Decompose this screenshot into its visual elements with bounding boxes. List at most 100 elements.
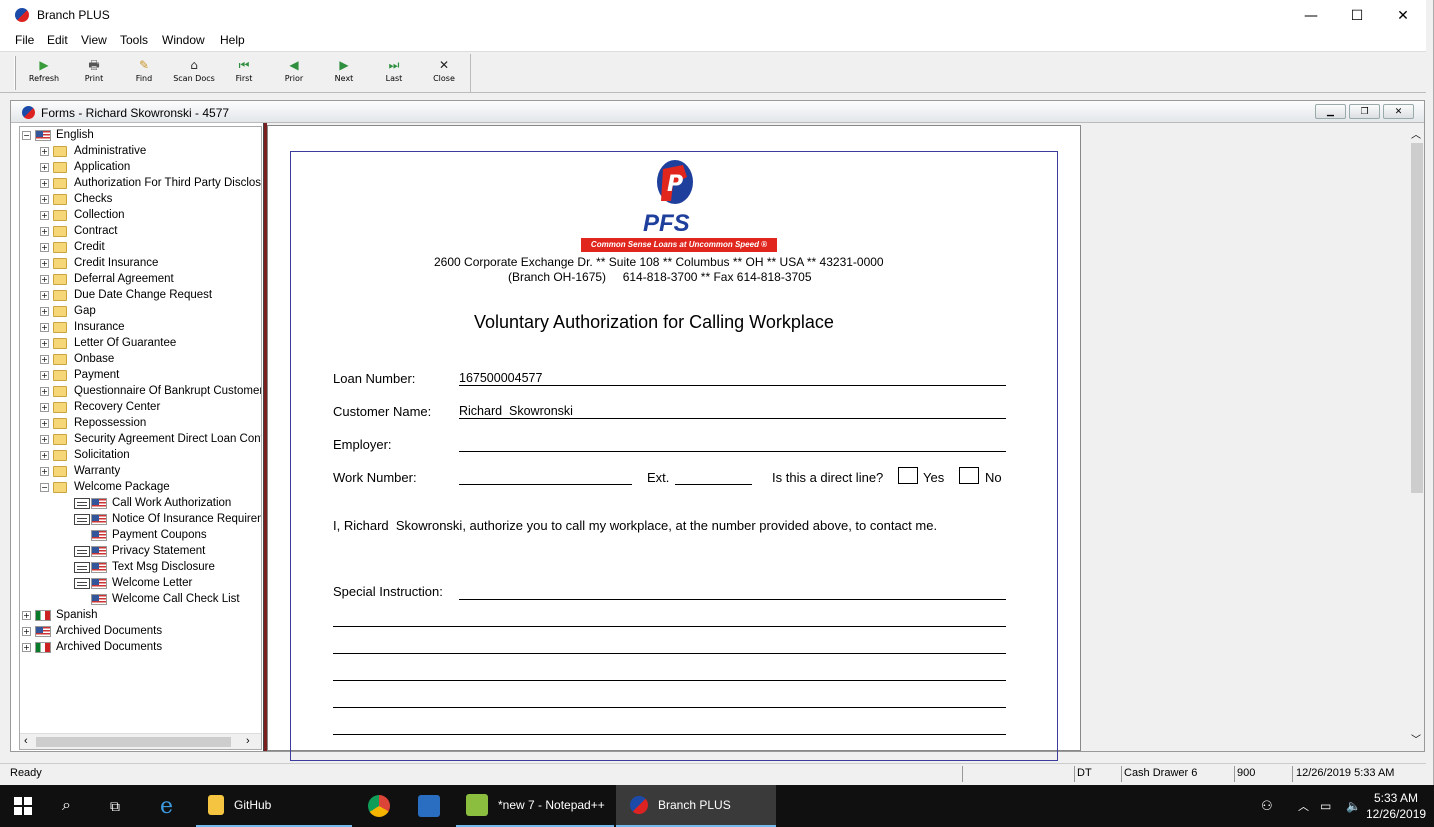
expand-toggle-icon[interactable]: + bbox=[40, 274, 49, 284]
tree-document[interactable]: Welcome Call Check List bbox=[74, 591, 240, 607]
expand-toggle-icon[interactable]: + bbox=[40, 178, 49, 188]
menu-tools[interactable]: Tools bbox=[120, 33, 148, 47]
network-icon[interactable]: ▭ bbox=[1320, 785, 1331, 827]
toolbar-refresh-button[interactable]: ▶ Refresh bbox=[20, 56, 68, 90]
toolbar-first-button[interactable]: ⏮ First bbox=[220, 56, 268, 90]
expand-toggle-icon[interactable]: + bbox=[40, 290, 49, 300]
tree-folder-label[interactable]: Welcome Package bbox=[74, 481, 170, 493]
toolbar-prior-button[interactable]: ◀ Prior bbox=[270, 56, 318, 90]
people-icon[interactable]: ⚇ bbox=[1261, 785, 1273, 827]
tree-folder-label[interactable]: Deferral Agreement bbox=[74, 273, 174, 285]
tree-folder[interactable]: + Gap bbox=[40, 303, 96, 319]
tree-folder[interactable]: + Solicitation bbox=[40, 447, 130, 463]
tree-folder[interactable]: + Authorization For Third Party Disclosur… bbox=[40, 175, 261, 191]
tree-document-label[interactable]: Notice Of Insurance Requirements bbox=[112, 513, 261, 525]
expand-toggle-icon[interactable]: + bbox=[40, 338, 49, 348]
tree-folder-label[interactable]: Credit bbox=[74, 241, 105, 253]
tree-document[interactable]: Privacy Statement bbox=[74, 543, 205, 559]
expand-toggle-icon[interactable]: + bbox=[40, 146, 49, 156]
yes-checkbox[interactable] bbox=[898, 467, 918, 484]
expand-toggle-icon[interactable]: + bbox=[40, 354, 49, 364]
tree-document-label[interactable]: Privacy Statement bbox=[112, 545, 205, 557]
tree-folder-label[interactable]: Insurance bbox=[74, 321, 125, 333]
expand-toggle-icon[interactable]: + bbox=[40, 386, 49, 396]
expand-toggle-icon[interactable]: − bbox=[22, 130, 31, 140]
tree-folder[interactable]: + Checks bbox=[40, 191, 112, 207]
tree-folder-label[interactable]: Collection bbox=[74, 209, 125, 221]
taskbar-item-github[interactable]: GitHub bbox=[196, 785, 352, 827]
tree-root-label[interactable]: Archived Documents bbox=[56, 641, 162, 653]
volume-icon[interactable]: 🔈 bbox=[1346, 785, 1361, 827]
expand-toggle-icon[interactable]: + bbox=[40, 370, 49, 380]
tree-folder-label[interactable]: Recovery Center bbox=[74, 401, 160, 413]
maximize-button[interactable]: ☐ bbox=[1334, 0, 1380, 31]
tree-folder[interactable]: + Repossession bbox=[40, 415, 146, 431]
tree-folder-label[interactable]: Security Agreement Direct Loan Contract bbox=[74, 433, 261, 445]
task-view-icon[interactable]: ⧉ bbox=[110, 785, 120, 827]
viewer-scroll-thumb[interactable] bbox=[1411, 143, 1423, 493]
taskbar-item-azure[interactable] bbox=[418, 785, 450, 827]
tree-folder-label[interactable]: Checks bbox=[74, 193, 112, 205]
child-close-button[interactable]: ✕ bbox=[1383, 104, 1414, 119]
tree-folder[interactable]: + Credit Insurance bbox=[40, 255, 158, 271]
expand-toggle-icon[interactable]: + bbox=[40, 226, 49, 236]
close-window-button[interactable]: ✕ bbox=[1380, 0, 1426, 31]
special-instruction-field[interactable] bbox=[459, 599, 1006, 600]
tree-folder-label[interactable]: Onbase bbox=[74, 353, 114, 365]
expand-toggle-icon[interactable]: + bbox=[40, 450, 49, 460]
tree-folder-label[interactable]: Warranty bbox=[74, 465, 120, 477]
expand-toggle-icon[interactable]: + bbox=[40, 402, 49, 412]
tree-folder[interactable]: + Letter Of Guarantee bbox=[40, 335, 176, 351]
tree-root-label[interactable]: Archived Documents bbox=[56, 625, 162, 637]
tree-folder-welcome-package[interactable]: − Welcome Package bbox=[40, 479, 170, 495]
child-minimize-button[interactable]: ▁ bbox=[1315, 104, 1346, 119]
tree-folder-label[interactable]: Authorization For Third Party Disclosure bbox=[74, 177, 261, 189]
menu-help[interactable]: Help bbox=[220, 33, 245, 47]
tree-document[interactable]: Text Msg Disclosure bbox=[74, 559, 215, 575]
tree-root-label[interactable]: Spanish bbox=[56, 609, 98, 621]
tree-folder[interactable]: + Deferral Agreement bbox=[40, 271, 174, 287]
tree-root[interactable]: + Archived Documents bbox=[22, 623, 162, 639]
tree-folder[interactable]: + Payment bbox=[40, 367, 119, 383]
employer-field[interactable] bbox=[459, 451, 1006, 452]
tree-folder-label[interactable]: Administrative bbox=[74, 145, 146, 157]
tree-folder[interactable]: + Collection bbox=[40, 207, 125, 223]
tree-folder[interactable]: + Administrative bbox=[40, 143, 146, 159]
toolbar-next-button[interactable]: ▶ Next bbox=[320, 56, 368, 90]
toolbar-print-button[interactable]: 🖶 Print bbox=[70, 56, 118, 90]
tree-folder[interactable]: + Contract bbox=[40, 223, 117, 239]
tree-folder-label[interactable]: Letter Of Guarantee bbox=[74, 337, 176, 349]
tree-folder[interactable]: + Insurance bbox=[40, 319, 125, 335]
tree-folder-label[interactable]: Contract bbox=[74, 225, 117, 237]
tree-document-label[interactable]: Text Msg Disclosure bbox=[112, 561, 215, 573]
expand-toggle-icon[interactable]: + bbox=[40, 242, 49, 252]
chevron-up-icon[interactable]: ︿ bbox=[1298, 785, 1309, 827]
tree-folder-label[interactable]: Due Date Change Request bbox=[74, 289, 212, 301]
toolbar-close-button[interactable]: ✕ Close bbox=[420, 56, 468, 90]
tree-folder-label[interactable]: Gap bbox=[74, 305, 96, 317]
expand-toggle-icon[interactable]: + bbox=[40, 466, 49, 476]
tree-root[interactable]: + Archived Documents bbox=[22, 639, 162, 655]
tree-document[interactable]: Call Work Authorization bbox=[74, 495, 231, 511]
tree-folder[interactable]: + Due Date Change Request bbox=[40, 287, 212, 303]
tree-folder[interactable]: + Credit bbox=[40, 239, 105, 255]
scroll-up-icon[interactable]: ︿ bbox=[1411, 126, 1421, 141]
expand-toggle-icon[interactable]: + bbox=[40, 258, 49, 268]
taskbar-item-branch-plus[interactable]: Branch PLUS bbox=[616, 785, 776, 827]
tree-folder[interactable]: + Warranty bbox=[40, 463, 120, 479]
toolbar-find-button[interactable]: ✎ Find bbox=[120, 56, 168, 90]
no-checkbox[interactable] bbox=[959, 467, 979, 484]
tree-folder-label[interactable]: Questionnaire Of Bankrupt Customer bbox=[74, 385, 261, 397]
child-restore-button[interactable]: ❐ bbox=[1349, 104, 1380, 119]
search-icon[interactable]: ⌕ bbox=[62, 785, 71, 827]
tree-document[interactable]: Welcome Letter bbox=[74, 575, 192, 591]
menu-view[interactable]: View bbox=[81, 33, 107, 47]
tree-root-english[interactable]: − English bbox=[22, 127, 94, 143]
toolbar-last-button[interactable]: ⏭ Last bbox=[370, 56, 418, 90]
tree-folder-label[interactable]: Payment bbox=[74, 369, 119, 381]
tree-root-label[interactable]: English bbox=[56, 129, 94, 141]
expand-toggle-icon[interactable]: + bbox=[40, 162, 49, 172]
expand-toggle-icon[interactable]: + bbox=[40, 322, 49, 332]
tree-folder[interactable]: + Security Agreement Direct Loan Contract bbox=[40, 431, 261, 447]
tree-document[interactable]: Notice Of Insurance Requirements bbox=[74, 511, 261, 527]
